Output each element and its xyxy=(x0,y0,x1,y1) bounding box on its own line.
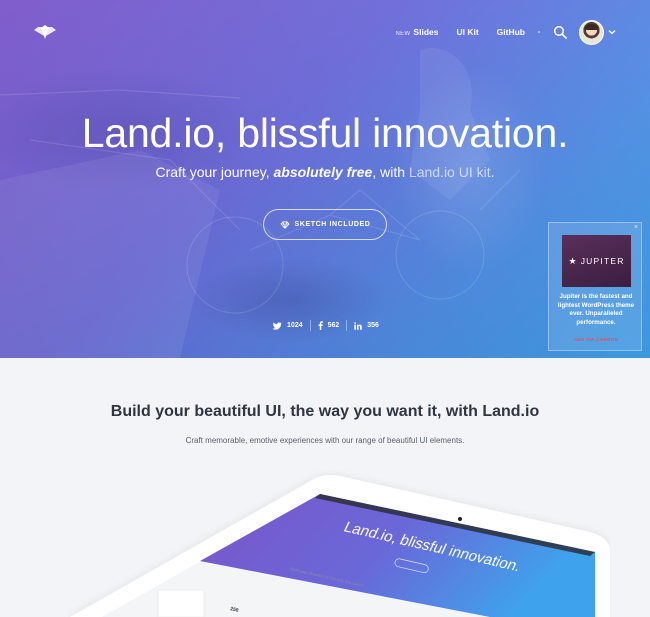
nav-slides-label: Slides xyxy=(413,27,439,37)
star-icon: ★ xyxy=(568,255,578,266)
ad-brand: JUPITER xyxy=(580,256,625,266)
twitter-share[interactable]: 1024 xyxy=(272,321,303,330)
nav-github-link[interactable]: GitHub xyxy=(497,27,525,37)
social-share-bar: 1024 562 356 xyxy=(272,320,379,331)
new-badge: NEW xyxy=(395,31,411,37)
nav-slides-link[interactable]: NEW Slides xyxy=(396,27,439,37)
tablet-screen-card xyxy=(157,589,205,617)
hero-subtitle-emphasis: absolutely free xyxy=(273,164,373,180)
hero-subtitle-start: Craft your journey, xyxy=(155,164,274,180)
twitter-icon xyxy=(272,321,282,330)
nav-ui-kit-link[interactable]: UI Kit xyxy=(456,27,478,37)
hero-subtitle-link[interactable]: Land.io UI kit xyxy=(409,164,491,180)
diamond-icon xyxy=(280,220,290,229)
nav-divider-dot xyxy=(538,31,540,33)
tablet-mockup: Land.io, blissful innovation. Build your… xyxy=(50,470,610,617)
chevron-down-icon[interactable] xyxy=(608,28,616,36)
hero-title: Land.io, blissful innovation. xyxy=(81,110,569,156)
search-icon[interactable] xyxy=(553,25,567,39)
top-nav: NEW Slides UI Kit GitHub xyxy=(378,19,616,45)
user-avatar[interactable] xyxy=(579,19,604,45)
twitter-count: 1024 xyxy=(287,322,303,329)
ad-via-link[interactable]: ADS VIA CARBON xyxy=(549,337,643,342)
section-subtitle: Craft memorable, emotive experiences wit… xyxy=(185,436,465,445)
sketch-included-button[interactable]: SKETCH INCLUDED xyxy=(263,209,387,240)
logo-icon[interactable] xyxy=(32,24,58,40)
hero-subtitle-mid: , with xyxy=(372,164,409,180)
hero-subtitle: Craft your journey, absolutely free, wit… xyxy=(0,164,650,180)
social-divider xyxy=(309,320,311,331)
facebook-share[interactable]: 562 xyxy=(318,321,340,330)
ad-image[interactable]: ★ JUPITER xyxy=(562,235,631,287)
carbon-ad: × ★ JUPITER Jupiter is the fastest and l… xyxy=(548,222,642,351)
facebook-count: 562 xyxy=(327,322,340,329)
hero-section: NEW Slides UI Kit GitHub Land.io, blissf… xyxy=(0,0,650,358)
linkedin-icon xyxy=(354,321,362,330)
social-divider xyxy=(346,320,348,331)
sketch-included-label: SKETCH INCLUDED xyxy=(294,221,371,228)
tablet-camera xyxy=(458,517,462,521)
hero-subtitle-end: . xyxy=(490,164,495,180)
tablet-illustration: Land.io, blissful innovation. Build your… xyxy=(70,475,610,617)
linkedin-count: 356 xyxy=(367,322,379,329)
close-icon[interactable]: × xyxy=(634,224,638,231)
linkedin-share[interactable]: 356 xyxy=(354,321,379,330)
section-title: Build your beautiful UI, the way you wan… xyxy=(110,403,540,420)
ad-text[interactable]: Jupiter is the fastest and lightest Word… xyxy=(553,293,639,327)
facebook-icon xyxy=(318,321,323,330)
